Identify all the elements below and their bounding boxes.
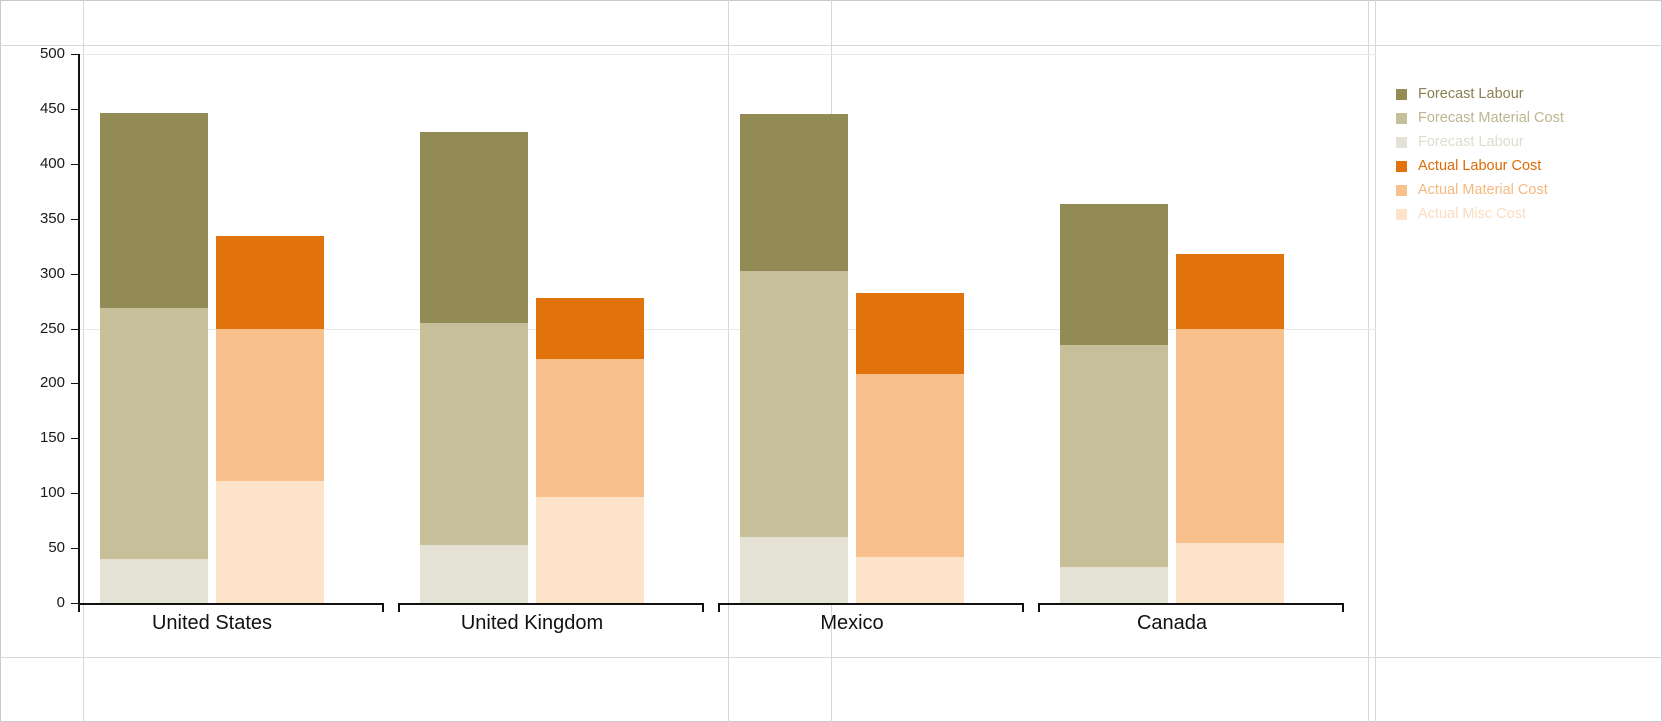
legend-item-label: Actual Labour Cost bbox=[1418, 157, 1542, 174]
legend-item[interactable]: Forecast Material Cost bbox=[1396, 106, 1646, 130]
bar-segment[interactable] bbox=[216, 481, 324, 603]
legend-item[interactable]: Forecast Labour bbox=[1396, 130, 1646, 154]
x-tick-mark bbox=[1022, 603, 1024, 612]
x-axis-segment bbox=[718, 603, 1022, 605]
y-tick-mark-50 bbox=[71, 548, 78, 550]
legend-item-label: Forecast Labour bbox=[1418, 133, 1524, 150]
gridline-500 bbox=[78, 54, 1376, 55]
y-tick-label: 0 bbox=[56, 594, 65, 611]
bar-segment[interactable] bbox=[216, 236, 324, 329]
y-tick-mark-100 bbox=[71, 493, 78, 495]
x-axis-segment bbox=[78, 603, 382, 605]
y-tick-mark-200 bbox=[71, 383, 78, 385]
legend-swatch-icon bbox=[1396, 208, 1407, 220]
bar-segment[interactable] bbox=[1176, 253, 1284, 329]
legend-item[interactable]: Actual Labour Cost bbox=[1396, 154, 1646, 178]
legend-item-label: Forecast Material Cost bbox=[1418, 109, 1564, 126]
bar-forecast-mexico[interactable] bbox=[740, 114, 848, 603]
x-tick-mark bbox=[1038, 603, 1040, 612]
bar-segment[interactable] bbox=[856, 373, 964, 557]
x-category-label: Canada bbox=[1136, 612, 1208, 634]
x-axis-segment bbox=[1038, 603, 1342, 605]
y-axis-line bbox=[78, 54, 80, 604]
bar-segment[interactable] bbox=[536, 359, 644, 497]
y-tick-mark-350 bbox=[71, 218, 78, 220]
legend-item[interactable]: Actual Misc Cost bbox=[1396, 202, 1646, 226]
bar-segment[interactable] bbox=[100, 307, 208, 560]
legend-swatch-icon bbox=[1396, 184, 1407, 196]
legend-swatch-icon bbox=[1396, 160, 1407, 172]
x-category-label: United States bbox=[151, 612, 273, 634]
bar-segment[interactable] bbox=[216, 328, 324, 482]
x-tick-mark bbox=[702, 603, 704, 612]
x-tick-mark bbox=[718, 603, 720, 612]
bar-segment[interactable] bbox=[740, 114, 848, 272]
frame-left-border bbox=[0, 0, 1, 722]
legend-item[interactable]: Actual Material Cost bbox=[1396, 178, 1646, 202]
bar-segment[interactable] bbox=[1060, 566, 1168, 603]
y-tick-mark-250 bbox=[71, 328, 78, 330]
y-tick-mark-300 bbox=[71, 273, 78, 275]
bar-actual-canada[interactable] bbox=[1176, 253, 1284, 603]
y-tick-label: 400 bbox=[39, 154, 65, 172]
bar-segment[interactable] bbox=[1176, 542, 1284, 603]
y-tick-mark-0 bbox=[71, 603, 78, 604]
bar-forecast-united-kingdom[interactable] bbox=[420, 131, 528, 603]
bar-segment[interactable] bbox=[100, 113, 208, 308]
bar-forecast-united-states[interactable] bbox=[100, 113, 208, 603]
y-tick-label: 50 bbox=[48, 539, 65, 557]
chart-canvas: 0 50 100 150 200 250 300 350 400 450 500 United St… bbox=[0, 0, 1662, 722]
bar-segment[interactable] bbox=[856, 556, 964, 603]
bar-actual-united-states[interactable] bbox=[216, 236, 324, 603]
bar-segment[interactable] bbox=[536, 297, 644, 360]
chart-legend: Forecast Labour Forecast Material Cost For… bbox=[1396, 82, 1646, 226]
legend-swatch-icon bbox=[1396, 136, 1407, 148]
bar-actual-united-kingdom[interactable] bbox=[536, 297, 644, 603]
bar-segment[interactable] bbox=[536, 496, 644, 603]
y-tick-label: 250 bbox=[39, 319, 65, 337]
y-tick-label: 300 bbox=[39, 264, 65, 282]
y-tick-mark-450 bbox=[71, 108, 78, 110]
plot-area bbox=[78, 6, 1376, 640]
legend-item-label: Actual Material Cost bbox=[1418, 181, 1548, 198]
bar-segment[interactable] bbox=[420, 323, 528, 545]
legend-swatch-icon bbox=[1396, 112, 1407, 124]
y-tick-label: 500 bbox=[39, 45, 65, 62]
y-tick-label: 100 bbox=[39, 484, 65, 502]
bar-forecast-canada[interactable] bbox=[1060, 204, 1168, 603]
bar-segment[interactable] bbox=[1176, 328, 1284, 543]
x-category-label: United Kingdom bbox=[460, 612, 604, 634]
bar-segment[interactable] bbox=[856, 293, 964, 374]
x-tick-mark bbox=[382, 603, 384, 612]
y-tick-label: 450 bbox=[39, 99, 65, 117]
bar-segment[interactable] bbox=[740, 537, 848, 603]
legend-swatch-icon bbox=[1396, 88, 1407, 100]
x-tick-mark bbox=[78, 603, 80, 612]
x-category-label: Mexico bbox=[820, 612, 884, 634]
y-tick-mark-500 bbox=[71, 54, 78, 55]
bar-segment[interactable] bbox=[420, 544, 528, 603]
bar-segment[interactable] bbox=[420, 131, 528, 324]
legend-item-label: Forecast Labour bbox=[1418, 85, 1524, 102]
x-tick-mark bbox=[1342, 603, 1344, 612]
legend-item[interactable]: Forecast Labour bbox=[1396, 82, 1646, 106]
x-axis-segment bbox=[398, 603, 702, 605]
y-tick-mark-150 bbox=[71, 438, 78, 440]
y-tick-label: 200 bbox=[39, 374, 65, 392]
y-tick-mark-400 bbox=[71, 163, 78, 165]
bar-segment[interactable] bbox=[100, 559, 208, 603]
bar-actual-mexico[interactable] bbox=[856, 293, 964, 603]
y-tick-label: 150 bbox=[39, 429, 65, 447]
bar-segment[interactable] bbox=[1060, 345, 1168, 567]
bar-segment[interactable] bbox=[740, 271, 848, 538]
y-tick-label: 350 bbox=[39, 209, 65, 227]
bar-segment[interactable] bbox=[1060, 204, 1168, 345]
x-tick-mark bbox=[398, 603, 400, 612]
legend-item-label: Actual Misc Cost bbox=[1418, 205, 1526, 222]
